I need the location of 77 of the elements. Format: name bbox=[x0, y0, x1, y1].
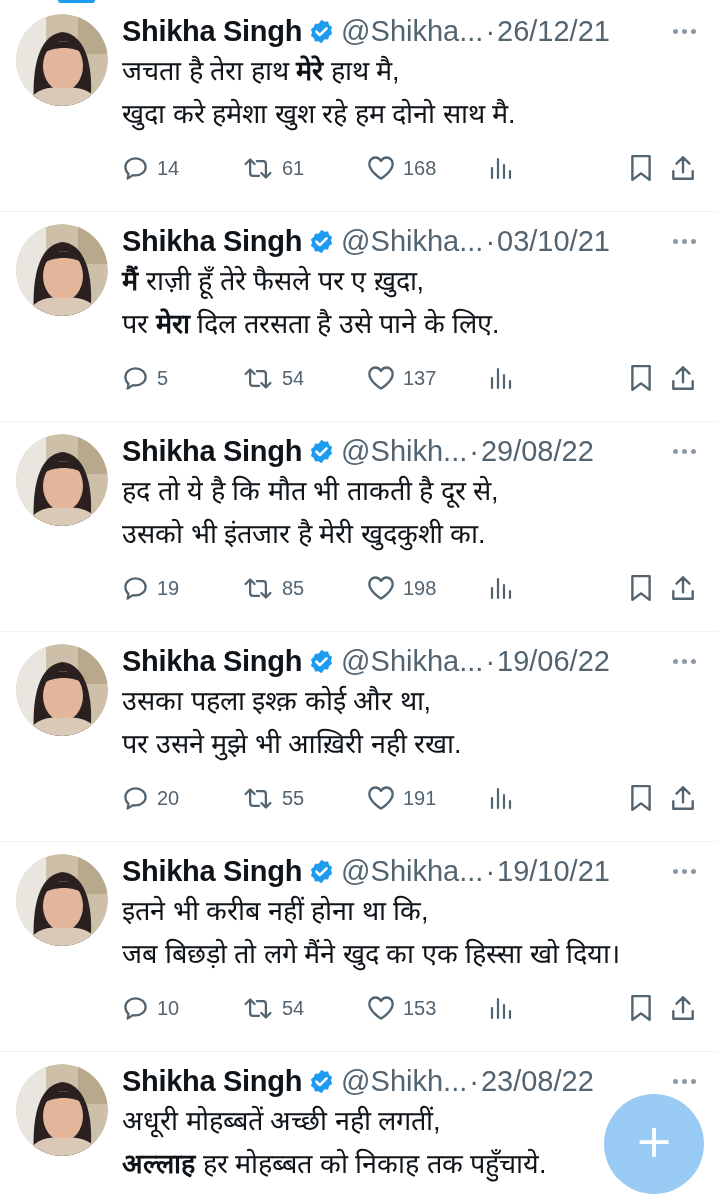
bar-chart-icon[interactable] bbox=[489, 156, 513, 180]
share-icon[interactable] bbox=[670, 784, 696, 812]
author-handle[interactable]: @Shikh... bbox=[341, 434, 468, 468]
tab-indicator bbox=[58, 0, 95, 3]
separator-dot: · bbox=[469, 1064, 479, 1098]
bar-chart-icon[interactable] bbox=[489, 996, 513, 1020]
tweet-text: अधूरी मोहब्बतें अच्छी नही लगतीं, bbox=[122, 1104, 441, 1140]
like-count: 137 bbox=[403, 366, 437, 390]
tweet-text: इतने भी करीब नहीं होना था कि, bbox=[122, 894, 429, 928]
reply-count: 19 bbox=[157, 576, 180, 600]
reply-icon[interactable] bbox=[122, 364, 149, 392]
author-handle[interactable]: @Shikha... bbox=[341, 224, 484, 258]
tweet-text: हद तो ये है कि मौत भी ताकती है दूर से, bbox=[122, 474, 499, 510]
tweet-text: खुदा करे हमेशा खुश रहे हम दोनो साथ मै. bbox=[122, 97, 516, 133]
tweet-date[interactable]: 23/08/22 bbox=[480, 1064, 594, 1098]
like-count: 191 bbox=[403, 786, 437, 810]
separator-dot: · bbox=[485, 224, 496, 258]
reply-count: 20 bbox=[157, 786, 180, 810]
bookmark-icon[interactable] bbox=[630, 994, 652, 1022]
author-handle[interactable]: @Shikha... bbox=[341, 14, 484, 48]
bar-chart-icon[interactable] bbox=[489, 786, 513, 810]
tweet-text: उसका पहला इश्क़ कोई और था, bbox=[122, 684, 431, 718]
bar-chart-icon[interactable] bbox=[489, 366, 513, 390]
repost-count: 85 bbox=[282, 576, 305, 600]
repost-count: 61 bbox=[282, 156, 305, 180]
tweet-date[interactable]: 29/08/22 bbox=[480, 434, 594, 468]
tweet-date[interactable]: 26/12/21 bbox=[497, 14, 610, 48]
reply-count: 14 bbox=[157, 156, 180, 180]
share-icon[interactable] bbox=[670, 364, 696, 392]
bookmark-icon[interactable] bbox=[630, 784, 652, 812]
heart-icon[interactable] bbox=[367, 785, 395, 811]
reply-icon[interactable] bbox=[122, 154, 149, 182]
author-handle[interactable]: @Shikha... bbox=[341, 644, 484, 678]
tweet-text: पर मेरा दिल तरसता है उसे पाने के लिए. bbox=[122, 307, 500, 341]
tweet-text: पर उसने मुझे भी आख़िरी नही रखा. bbox=[122, 727, 462, 763]
reply-count: 5 bbox=[157, 366, 169, 390]
tweet-date[interactable]: 03/10/21 bbox=[497, 224, 610, 258]
reply-icon[interactable] bbox=[122, 574, 149, 602]
share-icon[interactable] bbox=[670, 574, 696, 602]
like-count: 153 bbox=[403, 996, 437, 1020]
separator-dot: · bbox=[485, 854, 496, 888]
like-count: 168 bbox=[403, 156, 437, 180]
heart-icon[interactable] bbox=[367, 995, 395, 1021]
author-name[interactable]: Shikha Singh bbox=[122, 14, 303, 48]
reply-icon[interactable] bbox=[122, 994, 149, 1022]
author-name[interactable]: Shikha Singh bbox=[122, 434, 303, 468]
bookmark-icon[interactable] bbox=[630, 574, 652, 602]
tweet-date[interactable]: 19/06/22 bbox=[497, 644, 610, 678]
author-name[interactable]: Shikha Singh bbox=[122, 224, 303, 258]
bar-chart-icon[interactable] bbox=[489, 576, 513, 600]
author-name[interactable]: Shikha Singh bbox=[122, 644, 303, 678]
bookmark-icon[interactable] bbox=[630, 154, 652, 182]
tweet-text: जचता है तेरा हाथ मेरे हाथ मै, bbox=[122, 54, 400, 88]
tweet-date[interactable]: 19/10/21 bbox=[497, 854, 610, 888]
tweet-text: जब बिछड़ो तो लगे मैंने खुद का एक हिस्सा खो दिया। bbox=[122, 937, 620, 973]
author-handle[interactable]: @Shikh... bbox=[341, 1064, 468, 1098]
separator-dot: · bbox=[485, 14, 496, 48]
author-name[interactable]: Shikha Singh bbox=[122, 854, 303, 888]
bookmark-icon[interactable] bbox=[630, 364, 652, 392]
share-icon[interactable] bbox=[670, 994, 696, 1022]
repost-count: 54 bbox=[282, 366, 305, 390]
author-handle[interactable]: @Shikha... bbox=[341, 854, 484, 888]
share-icon[interactable] bbox=[670, 154, 696, 182]
tweet-text: मैं राज़ी हूँ तेरे फैसले पर ए ख़ुदा, bbox=[122, 260, 424, 303]
author-name[interactable]: Shikha Singh bbox=[122, 1064, 303, 1098]
repost-count: 54 bbox=[282, 996, 305, 1020]
reply-count: 10 bbox=[157, 996, 180, 1020]
like-count: 198 bbox=[403, 576, 437, 600]
separator-dot: · bbox=[485, 644, 496, 678]
repost-count: 55 bbox=[282, 786, 305, 810]
separator-dot: · bbox=[469, 434, 479, 468]
tweet-text: अल्लाह हर मोहब्बत को निकाह तक पहुँचाये. bbox=[122, 1143, 547, 1186]
heart-icon[interactable] bbox=[367, 365, 395, 391]
heart-icon[interactable] bbox=[367, 575, 395, 601]
heart-icon[interactable] bbox=[367, 155, 395, 181]
reply-icon[interactable] bbox=[122, 784, 149, 812]
tweet-text: उसको भी इंतजार है मेरी खुदकुशी का. bbox=[122, 517, 486, 553]
